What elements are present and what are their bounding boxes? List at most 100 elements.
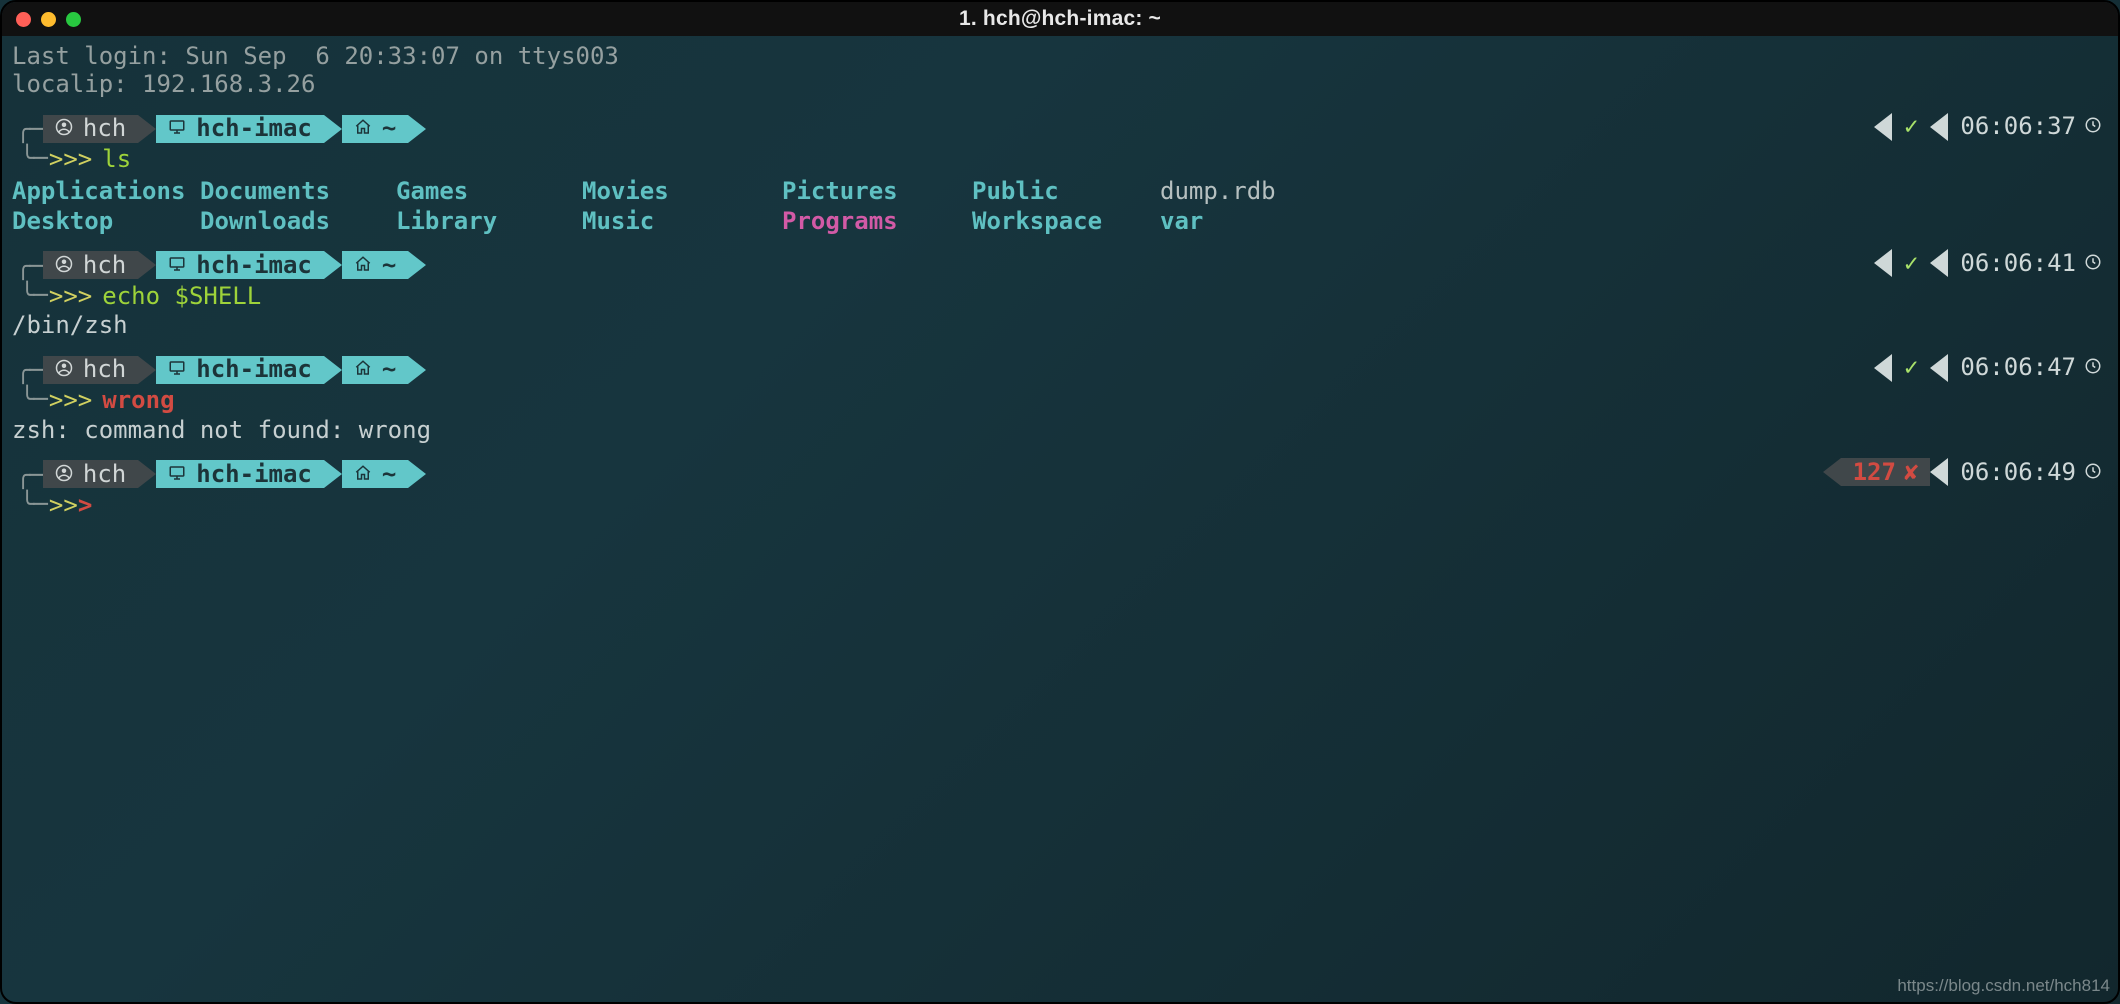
window-title: 1. hch@hch-imac: ~ xyxy=(2,7,2118,31)
command-output: zsh: command not found: wrong xyxy=(12,416,2110,444)
status-segment: ✓ xyxy=(1874,354,1930,382)
prompt-time: 06:06:49 xyxy=(1960,458,2076,486)
command-text: echo $SHELL xyxy=(102,282,261,310)
prompt-user-segment: hch xyxy=(43,115,156,143)
cross-icon: ✘ xyxy=(1904,458,1918,486)
prompt-user-segment: hch xyxy=(43,460,156,488)
ls-entry: Movies xyxy=(582,177,782,205)
ls-entry: Desktop xyxy=(12,207,200,235)
watermark: https://blog.csdn.net/hch814 xyxy=(1897,976,2110,996)
box-drawing-icon: ╭─ xyxy=(16,356,43,384)
prompt-host-segment: hch-imac xyxy=(156,356,342,384)
status-segment: ✓ xyxy=(1874,113,1930,141)
prompt-row: ╭─ hch hch-imac ~ 127 ✘ 06:06:49 xyxy=(12,458,2110,490)
ls-entry: var xyxy=(1160,207,1350,235)
box-drawing-icon: ╭─ xyxy=(16,115,43,143)
check-icon: ✓ xyxy=(1904,249,1918,277)
ls-entry: Applications xyxy=(12,177,200,205)
ls-entry: Games xyxy=(396,177,582,205)
box-drawing-icon: ╰─ xyxy=(20,144,47,172)
check-icon: ✓ xyxy=(1904,353,1918,381)
clock-icon xyxy=(2084,112,2102,140)
clock-icon xyxy=(2084,249,2102,277)
clock-icon xyxy=(2084,458,2102,486)
user-icon xyxy=(55,114,73,142)
prompt-host-text: hch-imac xyxy=(196,251,312,279)
monitor-icon xyxy=(168,251,186,279)
prompt-host-segment: hch-imac xyxy=(156,251,342,279)
box-drawing-icon: ╰─ xyxy=(20,490,47,518)
prompt-path-segment: ~ xyxy=(342,251,426,279)
prompt-host-text: hch-imac xyxy=(196,355,312,383)
ls-entry: Music xyxy=(582,207,782,235)
box-drawing-icon: ╭─ xyxy=(16,461,43,489)
prompt-path-segment: ~ xyxy=(342,460,426,488)
ls-entry: Public xyxy=(972,177,1160,205)
window-titlebar: 1. hch@hch-imac: ~ xyxy=(2,2,2118,36)
prompt-path-text: ~ xyxy=(382,460,396,488)
command-text: wrong xyxy=(102,386,174,414)
prompt-block: ╭─ hch hch-imac ~ 127 ✘ 06:06:49 ╰─ >>> xyxy=(12,458,2110,520)
prompt-time: 06:06:41 xyxy=(1960,249,2076,277)
user-icon xyxy=(55,251,73,279)
prompt-path-segment: ~ xyxy=(342,356,426,384)
prompt-time: 06:06:37 xyxy=(1960,112,2076,140)
prompt-chevrons: > xyxy=(78,491,92,519)
prompt-block: ╭─ hch hch-imac ~ ✓ 06:06:41 ╰─ >>> echo… xyxy=(12,249,2110,339)
ls-entry: Workspace xyxy=(972,207,1160,235)
ls-entry: Downloads xyxy=(200,207,396,235)
prompt-block: ╭─ hch hch-imac ~ ✓ 06:06:47 ╰─ >>> wron… xyxy=(12,354,2110,444)
prompt-path-segment: ~ xyxy=(342,115,426,143)
command-output: /bin/zsh xyxy=(12,311,2110,339)
monitor-icon xyxy=(168,460,186,488)
status-segment: 06:06:37 xyxy=(1930,113,2114,141)
prompt-host-text: hch-imac xyxy=(196,460,312,488)
home-icon xyxy=(354,460,372,488)
exit-code: 127 xyxy=(1853,458,1896,486)
status-segment: 06:06:47 xyxy=(1930,354,2114,382)
prompt-row: ╭─ hch hch-imac ~ ✓ 06:06:41 xyxy=(12,249,2110,281)
home-icon xyxy=(354,114,372,142)
prompt-chevrons: >>> xyxy=(49,386,92,414)
ls-output-row: ApplicationsDocumentsGamesMoviesPictures… xyxy=(12,177,2110,205)
terminal-viewport[interactable]: Last login: Sun Sep 6 20:33:07 on ttys00… xyxy=(2,36,2118,520)
prompt-chevrons: >>> xyxy=(49,282,92,310)
prompt-time: 06:06:47 xyxy=(1960,353,2076,381)
prompt-row: ╭─ hch hch-imac ~ ✓ 06:06:37 xyxy=(12,113,2110,145)
ls-entry: Library xyxy=(396,207,582,235)
home-icon xyxy=(354,251,372,279)
ls-entry: Documents xyxy=(200,177,396,205)
prompt-path-text: ~ xyxy=(382,355,396,383)
command-row[interactable]: ╰─ >>> xyxy=(16,490,2110,520)
box-drawing-icon: ╰─ xyxy=(20,281,47,309)
command-row[interactable]: ╰─ >>> ls xyxy=(16,145,2110,175)
prompt-user-text: hch xyxy=(83,460,126,488)
ls-entry: Programs xyxy=(782,207,972,235)
box-drawing-icon: ╭─ xyxy=(16,252,43,280)
prompt-user-text: hch xyxy=(83,114,126,142)
ls-output-row: DesktopDownloadsLibraryMusicProgramsWork… xyxy=(12,207,2110,235)
prompt-host-text: hch-imac xyxy=(196,114,312,142)
prompt-user-segment: hch xyxy=(43,251,156,279)
prompt-chevrons: >> xyxy=(49,491,78,519)
status-segment: ✓ xyxy=(1874,249,1930,277)
prompt-host-segment: hch-imac xyxy=(156,460,342,488)
user-icon xyxy=(55,355,73,383)
prompt-user-text: hch xyxy=(83,355,126,383)
prompt-host-segment: hch-imac xyxy=(156,115,342,143)
clock-icon xyxy=(2084,353,2102,381)
check-icon: ✓ xyxy=(1904,112,1918,140)
motd-last-login: Last login: Sun Sep 6 20:33:07 on ttys00… xyxy=(12,42,2110,70)
monitor-icon xyxy=(168,355,186,383)
prompt-path-text: ~ xyxy=(382,251,396,279)
user-icon xyxy=(55,460,73,488)
status-segment: 127 ✘ xyxy=(1823,458,1931,486)
command-row[interactable]: ╰─ >>> echo $SHELL xyxy=(16,281,2110,311)
prompt-user-segment: hch xyxy=(43,356,156,384)
prompt-block: ╭─ hch hch-imac ~ ✓ 06:06:37 ╰─ >>> ls A… xyxy=(12,113,2110,236)
home-icon xyxy=(354,355,372,383)
ls-entry: Pictures xyxy=(782,177,972,205)
prompt-row: ╭─ hch hch-imac ~ ✓ 06:06:47 xyxy=(12,354,2110,386)
prompt-path-text: ~ xyxy=(382,114,396,142)
command-row[interactable]: ╰─ >>> wrong xyxy=(16,386,2110,416)
